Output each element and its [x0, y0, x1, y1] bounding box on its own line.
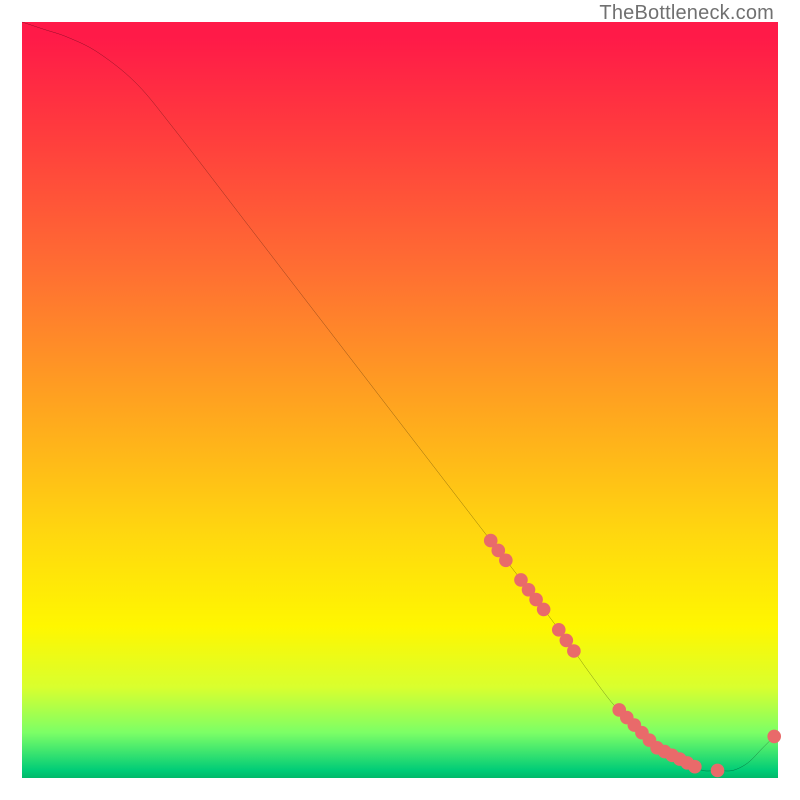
curve-layer	[22, 22, 778, 778]
marker-group	[484, 534, 781, 777]
curve-marker	[711, 764, 725, 778]
curve-marker	[499, 553, 513, 567]
curve-marker	[537, 603, 551, 617]
curve-marker	[767, 730, 781, 744]
curve-marker	[567, 644, 581, 658]
chart-container: TheBottleneck.com	[0, 0, 800, 800]
bottleneck-curve	[22, 22, 778, 771]
plot-area	[22, 22, 778, 778]
curve-marker	[688, 760, 702, 774]
